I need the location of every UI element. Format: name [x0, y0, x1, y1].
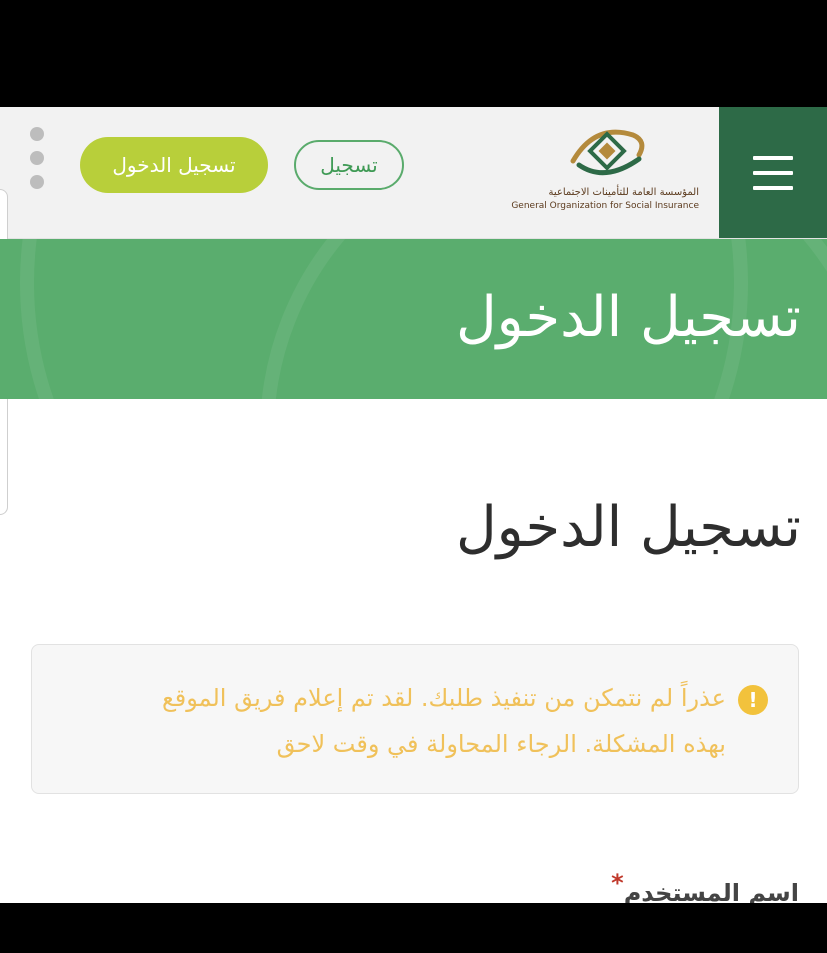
navigation-bar-area [0, 903, 827, 953]
dot [30, 151, 44, 165]
logo-english-text: General Organization for Social Insuranc… [511, 201, 699, 211]
required-mark: * [611, 869, 624, 897]
username-label: اسم المستخدم* [607, 869, 799, 903]
site-header: تسجيل الدخول تسجيل المؤسسة العامة للتأمي… [0, 107, 827, 239]
gosi-emblem-icon [570, 129, 645, 176]
menu-button[interactable] [719, 107, 827, 238]
error-alert: ! عذراً لم نتمكن من تنفيذ طلبك. لقد تم إ… [31, 644, 799, 794]
hamburger-menu-icon [753, 155, 793, 190]
alert-message: عذراً لم نتمكن من تنفيذ طلبك. لقد تم إعل… [161, 684, 726, 758]
dot [30, 175, 44, 189]
username-label-text: اسم المستخدم [623, 879, 799, 903]
page-title: تسجيل الدخول [455, 495, 801, 560]
more-vertical-icon[interactable] [29, 127, 45, 189]
page-banner: تسجيل الدخول [0, 239, 827, 399]
gosi-logo[interactable]: المؤسسة العامة للتأمينات الاجتماعية Gene… [511, 125, 705, 221]
logo-arabic-text: المؤسسة العامة للتأمينات الاجتماعية [548, 187, 699, 198]
warning-icon: ! [738, 685, 768, 715]
banner-title: تسجيل الدخول [455, 285, 801, 350]
register-button[interactable]: تسجيل [294, 140, 404, 190]
login-button[interactable]: تسجيل الدخول [80, 137, 268, 193]
status-bar-area [0, 0, 827, 107]
dot [30, 127, 44, 141]
app-screen: تسجيل الدخول تسجيل المؤسسة العامة للتأمي… [0, 107, 827, 903]
